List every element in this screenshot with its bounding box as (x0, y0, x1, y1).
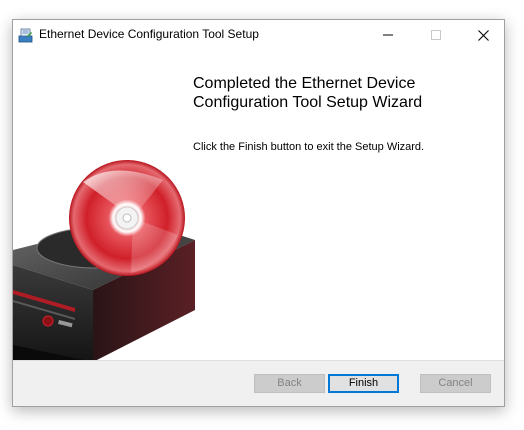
finish-button[interactable]: Finish (328, 374, 399, 393)
cancel-button[interactable]: Cancel (420, 374, 491, 393)
back-button[interactable]: Back (254, 374, 325, 393)
minimize-button[interactable] (365, 20, 411, 50)
finish-instructions: Click the Finish button to exit the Setu… (193, 141, 425, 153)
close-button[interactable] (460, 20, 504, 50)
window-title: Ethernet Device Configuration Tool Setup (39, 27, 259, 41)
page-title: Completed the Ethernet Device Configurat… (193, 74, 493, 112)
title-bar[interactable]: Ethernet Device Configuration Tool Setup (13, 20, 504, 50)
minimize-icon (383, 34, 393, 36)
page-title-line-1: Completed the Ethernet Device (193, 75, 416, 92)
button-bar: Back Finish Cancel (13, 360, 504, 406)
close-icon (477, 29, 489, 41)
maximize-icon (431, 30, 441, 40)
cd-drive-disc-image (13, 160, 195, 362)
setup-window: Ethernet Device Configuration Tool Setup (12, 19, 505, 407)
page-title-line-2: Configuration Tool Setup Wizard (193, 94, 423, 111)
installer-icon (18, 27, 34, 43)
maximize-button[interactable] (413, 20, 459, 50)
